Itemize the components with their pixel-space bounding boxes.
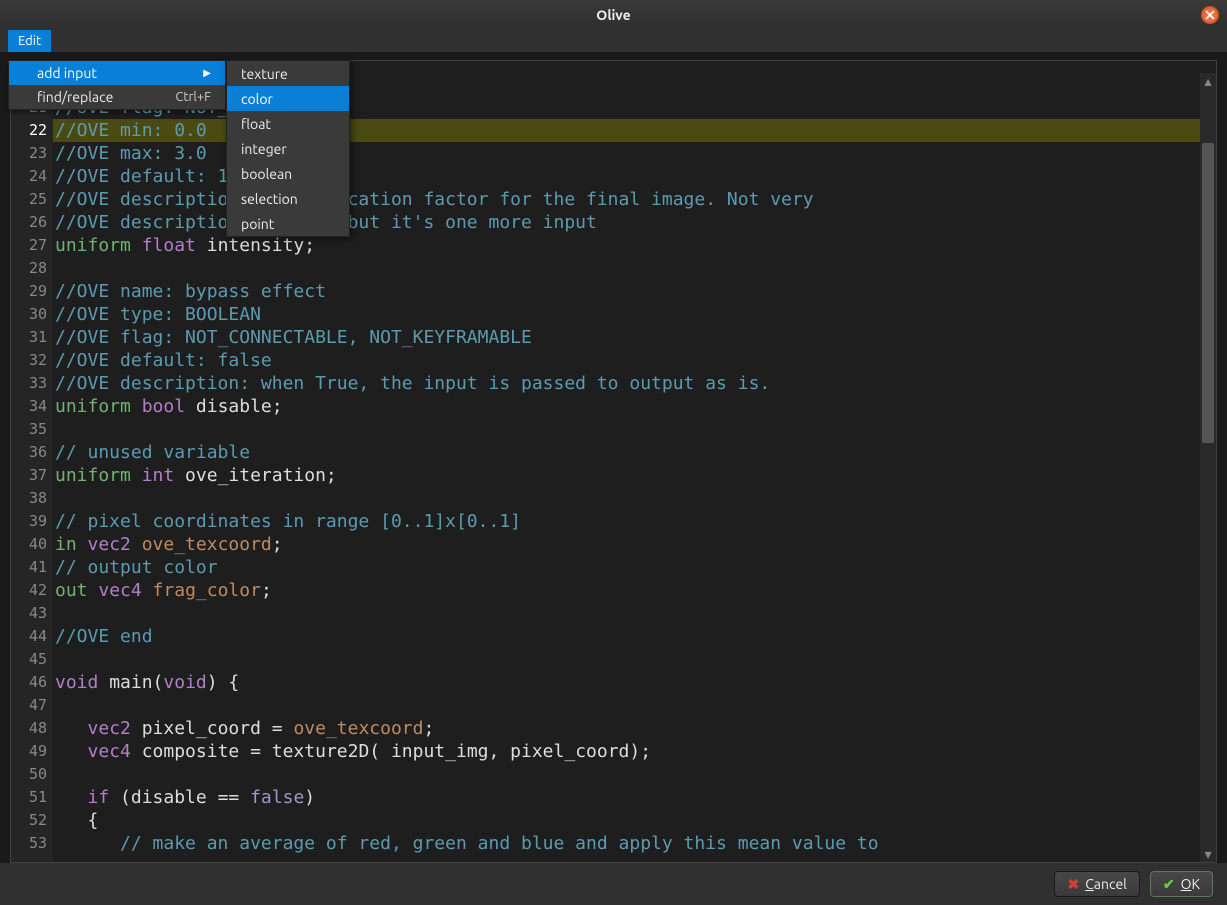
menu-add-input[interactable]: add input ▶ bbox=[9, 61, 225, 85]
code-line: // unused variable bbox=[53, 441, 1216, 464]
code-line: // pixel coordinates in range [0..1]x[0.… bbox=[53, 510, 1216, 533]
line-number: 52 bbox=[11, 809, 47, 832]
code-line: //OVE type: BOOLEAN bbox=[53, 303, 1216, 326]
submenu-float[interactable]: float bbox=[227, 111, 349, 136]
code-line: vec4 composite = texture2D( input_img, p… bbox=[53, 740, 1216, 763]
code-line: { bbox=[53, 809, 1216, 832]
code-line: //OVE default: false bbox=[53, 349, 1216, 372]
submenu-boolean[interactable]: boolean bbox=[227, 161, 349, 186]
submenu-color[interactable]: color bbox=[227, 86, 349, 111]
line-number: 34 bbox=[11, 395, 47, 418]
line-number: 51 bbox=[11, 786, 47, 809]
code-line: uniform bool disable; bbox=[53, 395, 1216, 418]
code-line: if (disable == false) bbox=[53, 786, 1216, 809]
line-number: 53 bbox=[11, 832, 47, 855]
editor-container: 2021222324252627282930313233343536373839… bbox=[10, 60, 1217, 863]
code-line bbox=[53, 694, 1216, 717]
submenu-texture[interactable]: texture bbox=[227, 61, 349, 86]
line-number: 37 bbox=[11, 464, 47, 487]
edit-dropdown: add input ▶ find/replace Ctrl+F bbox=[8, 60, 226, 110]
line-number: 22 bbox=[11, 119, 47, 142]
code-line: //OVE description: when True, the input … bbox=[53, 372, 1216, 395]
menu-add-input-label: add input bbox=[37, 65, 97, 81]
ok-label: OK bbox=[1181, 876, 1200, 892]
line-number: 27 bbox=[11, 234, 47, 257]
line-number: 39 bbox=[11, 510, 47, 533]
line-number: 45 bbox=[11, 648, 47, 671]
line-number: 35 bbox=[11, 418, 47, 441]
titlebar: Olive bbox=[0, 0, 1227, 30]
code-line bbox=[53, 257, 1216, 280]
line-number: 30 bbox=[11, 303, 47, 326]
line-number: 33 bbox=[11, 372, 47, 395]
cancel-icon: ✖ bbox=[1067, 876, 1079, 893]
code-line bbox=[53, 418, 1216, 441]
code-line: //OVE end bbox=[53, 625, 1216, 648]
code-line: out vec4 frag_color; bbox=[53, 579, 1216, 602]
line-number-gutter: 2021222324252627282930313233343536373839… bbox=[11, 73, 53, 862]
add-input-submenu: texture color float integer boolean sele… bbox=[226, 60, 350, 237]
code-line: //OVE flag: NOT_CONNECTABLE, NOT_KEYFRAM… bbox=[53, 326, 1216, 349]
find-shortcut-label: Ctrl+F bbox=[175, 90, 211, 104]
window-title: Olive bbox=[596, 7, 630, 23]
code-line: uniform int ove_iteration; bbox=[53, 464, 1216, 487]
code-line bbox=[53, 487, 1216, 510]
submenu-integer[interactable]: integer bbox=[227, 136, 349, 161]
code-line bbox=[53, 763, 1216, 786]
menu-find-replace-label: find/replace bbox=[37, 89, 113, 105]
scrollbar-thumb[interactable] bbox=[1202, 143, 1214, 443]
code-line: // make an average of red, green and blu… bbox=[53, 832, 1216, 855]
vertical-scrollbar[interactable]: ▴ ▾ bbox=[1200, 73, 1216, 862]
code-line: //OVE name: bypass effect bbox=[53, 280, 1216, 303]
menu-edit[interactable]: Edit bbox=[8, 30, 51, 52]
code-line: void main(void) { bbox=[53, 671, 1216, 694]
line-number: 50 bbox=[11, 763, 47, 786]
line-number: 40 bbox=[11, 533, 47, 556]
line-number: 46 bbox=[11, 671, 47, 694]
code-editor[interactable]: 2021222324252627282930313233343536373839… bbox=[11, 73, 1216, 862]
line-number: 26 bbox=[11, 211, 47, 234]
code-line: vec2 pixel_coord = ove_texcoord; bbox=[53, 717, 1216, 740]
line-number: 42 bbox=[11, 579, 47, 602]
menubar: Edit bbox=[0, 30, 1227, 52]
code-line bbox=[53, 648, 1216, 671]
menu-find-replace[interactable]: find/replace Ctrl+F bbox=[9, 85, 225, 109]
line-number: 24 bbox=[11, 165, 47, 188]
line-number: 44 bbox=[11, 625, 47, 648]
code-line bbox=[53, 602, 1216, 625]
line-number: 41 bbox=[11, 556, 47, 579]
code-line: uniform float intensity; bbox=[53, 234, 1216, 257]
code-line: // output color bbox=[53, 556, 1216, 579]
dialog-footer: ✖ Cancel ✔ OK bbox=[0, 863, 1227, 905]
line-number: 38 bbox=[11, 487, 47, 510]
line-number: 28 bbox=[11, 257, 47, 280]
line-number: 29 bbox=[11, 280, 47, 303]
line-number: 25 bbox=[11, 188, 47, 211]
cancel-button[interactable]: ✖ Cancel bbox=[1054, 871, 1139, 897]
cancel-label: Cancel bbox=[1085, 876, 1127, 892]
scroll-down-icon[interactable]: ▾ bbox=[1200, 846, 1216, 862]
code-line: in vec2 ove_texcoord; bbox=[53, 533, 1216, 556]
scroll-up-icon[interactable]: ▴ bbox=[1200, 73, 1216, 89]
submenu-point[interactable]: point bbox=[227, 211, 349, 236]
line-number: 49 bbox=[11, 740, 47, 763]
line-number: 32 bbox=[11, 349, 47, 372]
line-number: 23 bbox=[11, 142, 47, 165]
ok-icon: ✔ bbox=[1163, 876, 1175, 893]
line-number: 47 bbox=[11, 694, 47, 717]
submenu-selection[interactable]: selection bbox=[227, 186, 349, 211]
line-number: 48 bbox=[11, 717, 47, 740]
line-number: 31 bbox=[11, 326, 47, 349]
ok-button[interactable]: ✔ OK bbox=[1150, 871, 1213, 897]
line-number: 36 bbox=[11, 441, 47, 464]
close-icon[interactable] bbox=[1201, 6, 1219, 24]
submenu-arrow-icon: ▶ bbox=[203, 67, 211, 79]
line-number: 43 bbox=[11, 602, 47, 625]
